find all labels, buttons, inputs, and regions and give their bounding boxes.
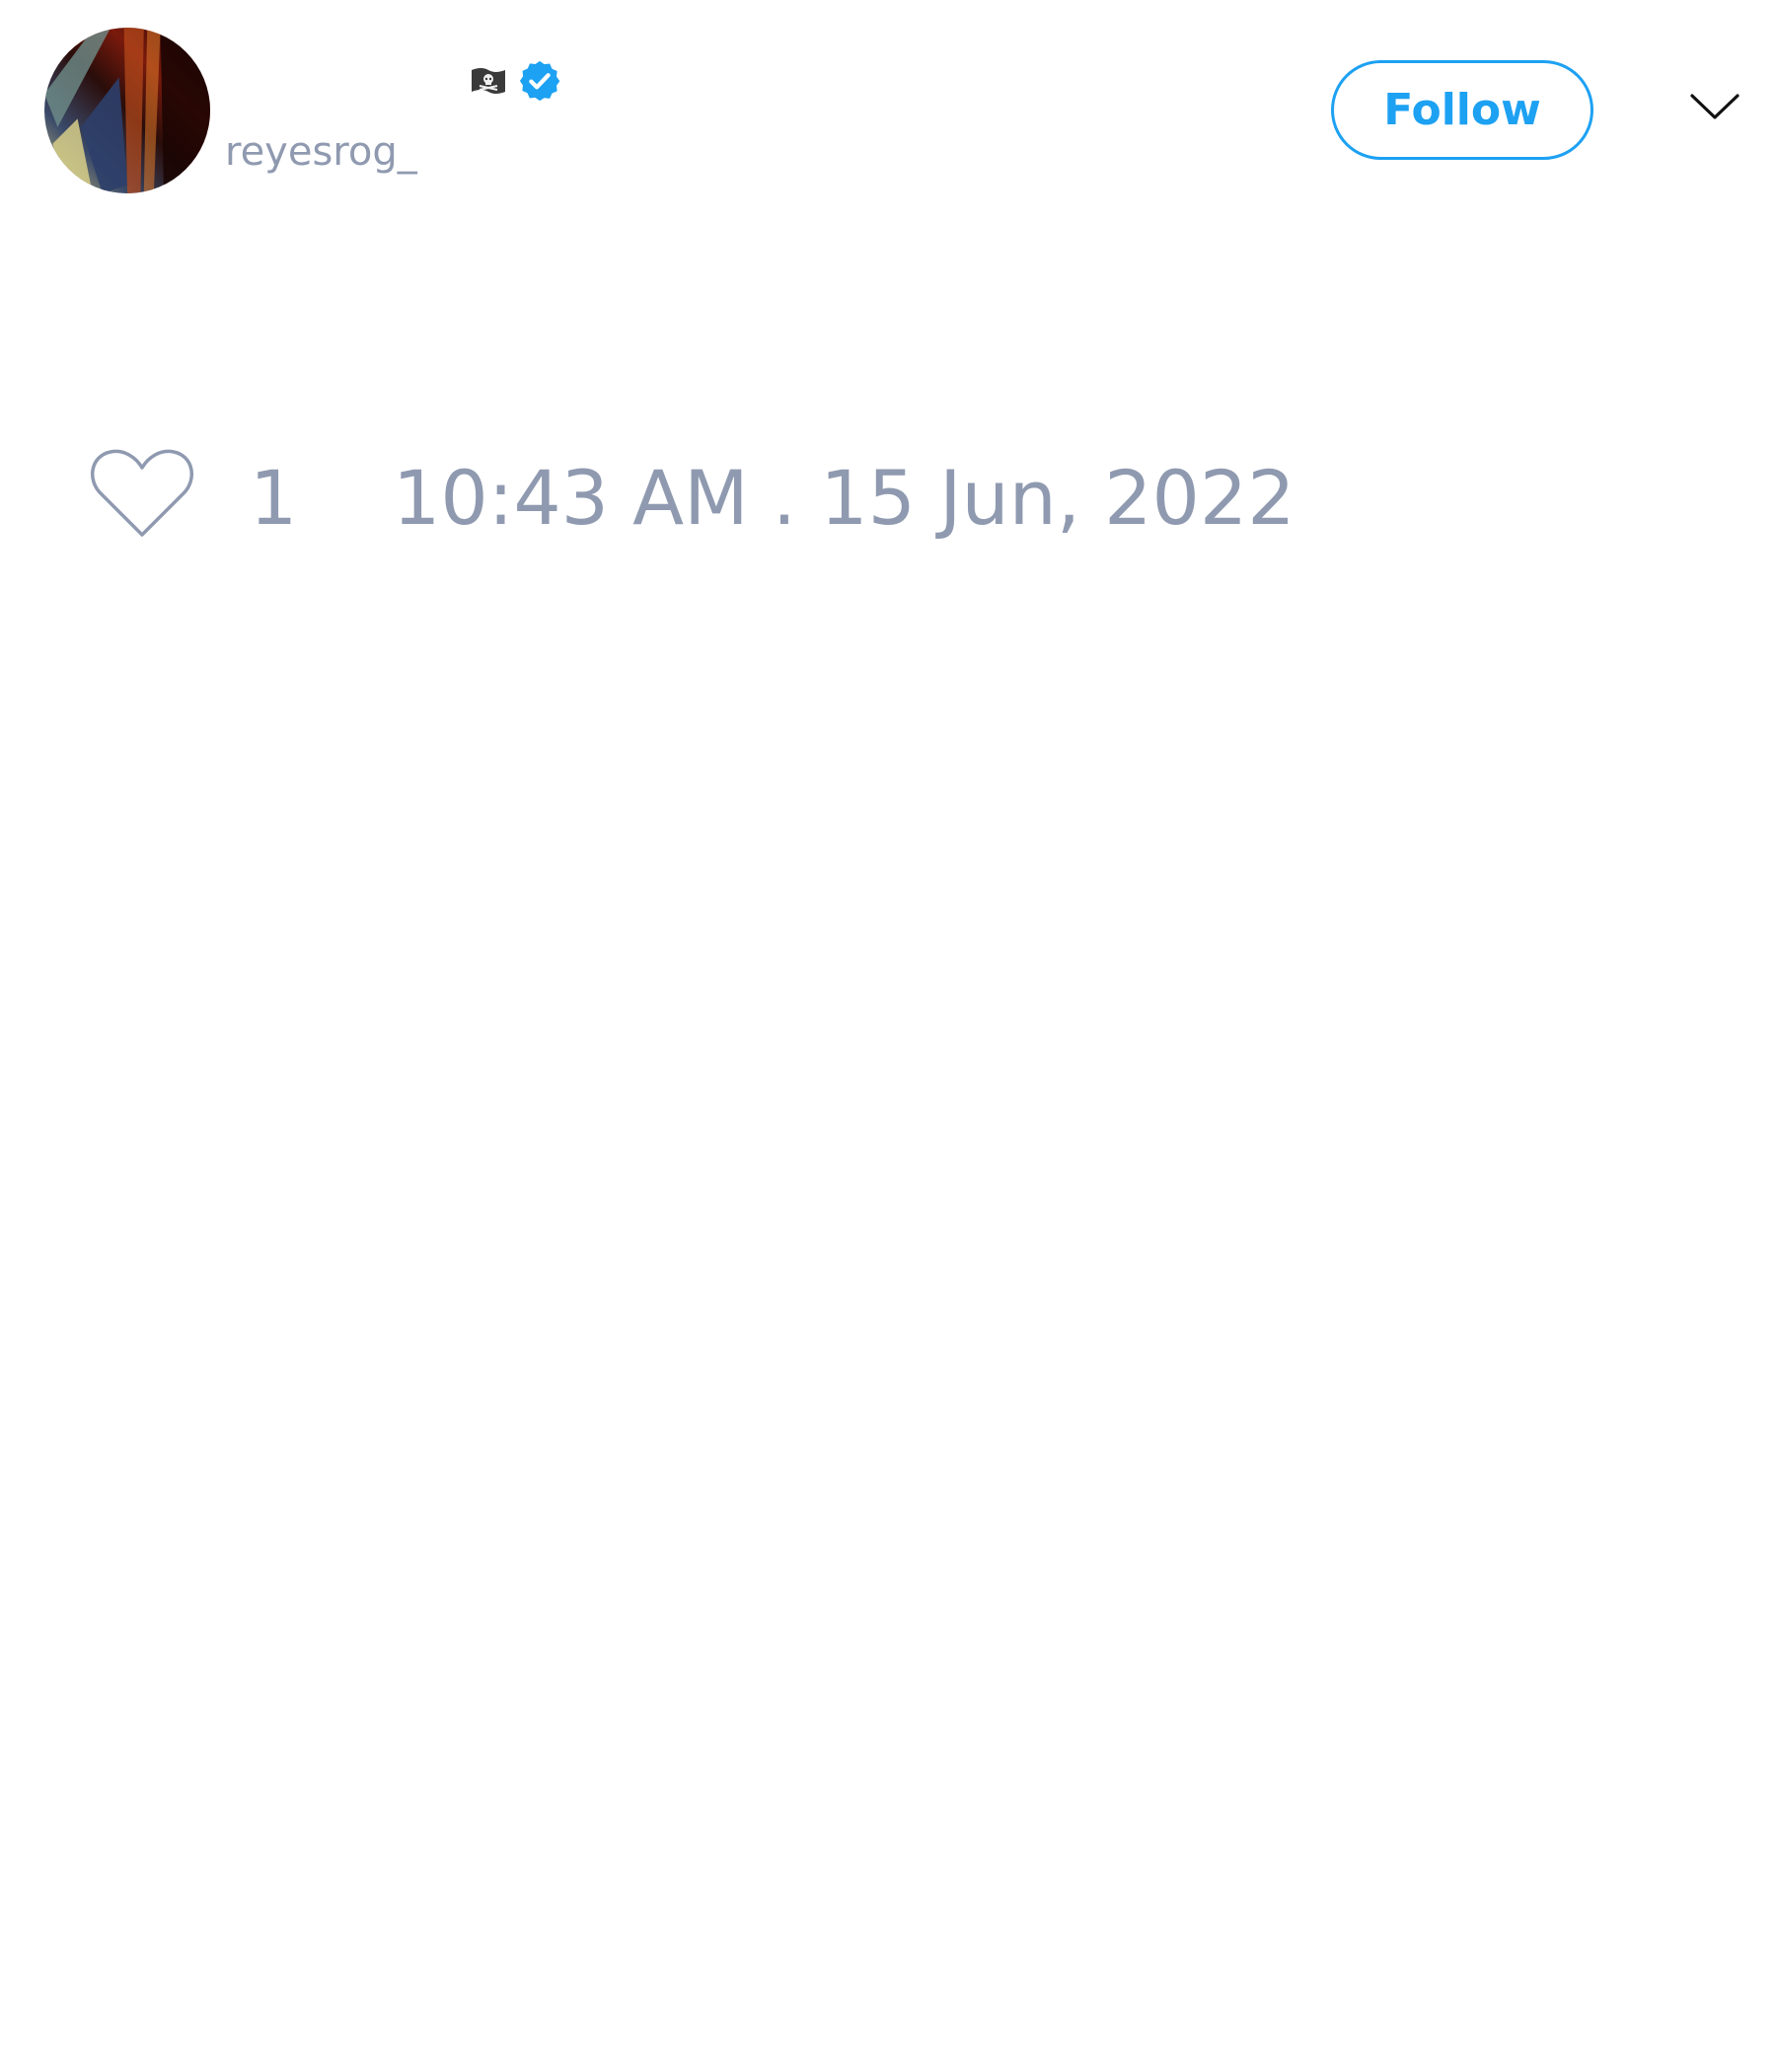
pirate-flag-icon bbox=[470, 66, 507, 96]
chevron-down-icon[interactable] bbox=[1689, 91, 1740, 122]
avatar[interactable] bbox=[44, 28, 210, 193]
heart-outline-icon[interactable] bbox=[89, 446, 195, 541]
like-count: 1 bbox=[250, 454, 298, 542]
author-name-row bbox=[470, 56, 562, 106]
tweet-timestamp[interactable]: 10:43 AM . 15 Jun, 2022 bbox=[393, 454, 1295, 543]
follow-button[interactable]: Follow bbox=[1331, 60, 1593, 160]
verified-badge-icon bbox=[517, 58, 562, 104]
tweet-card: reyesrog_ Follow 1 10:43 AM . 15 Jun, 20… bbox=[0, 0, 1776, 2072]
author-handle[interactable]: reyesrog_ bbox=[225, 128, 417, 176]
